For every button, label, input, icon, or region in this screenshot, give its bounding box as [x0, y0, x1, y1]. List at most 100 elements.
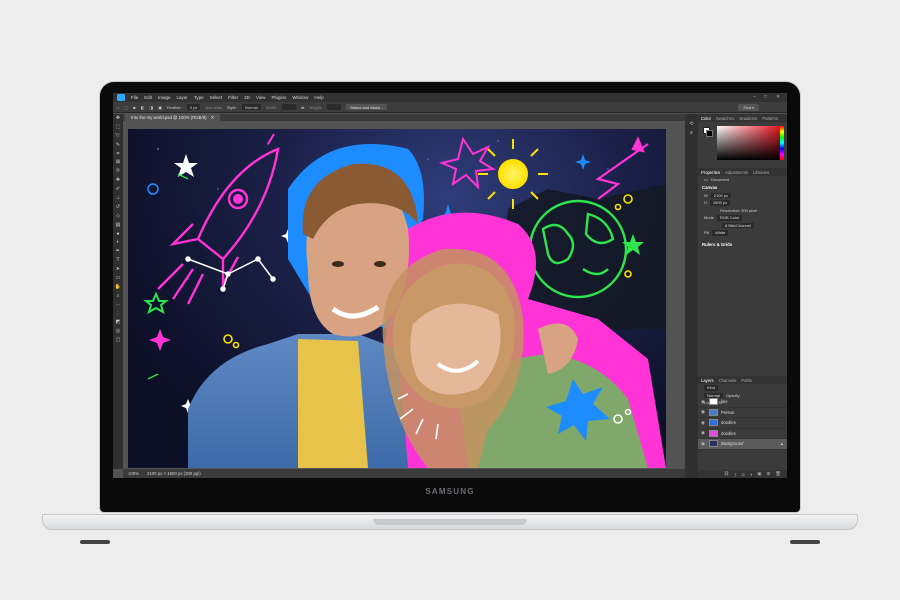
- blur-tool-icon[interactable]: ●: [113, 230, 123, 239]
- quick-select-tool-icon[interactable]: ✎: [113, 141, 123, 150]
- menu-window[interactable]: Window: [292, 95, 308, 100]
- healing-brush-tool-icon[interactable]: ✚: [113, 176, 123, 185]
- mode-select[interactable]: RGB Color: [717, 215, 743, 221]
- eye-icon[interactable]: ◉: [701, 399, 706, 405]
- zoom-level[interactable]: 100%: [128, 471, 139, 476]
- share-button[interactable]: Share: [738, 104, 759, 111]
- rulers-grids-heading[interactable]: Rulers & Grids: [698, 241, 787, 249]
- rectangle-tool-icon[interactable]: ▭: [113, 274, 123, 283]
- pen-tool-icon[interactable]: ✒: [113, 247, 123, 256]
- quick-mask-icon[interactable]: ◎: [113, 327, 123, 336]
- trash-icon[interactable]: 🗑︎: [775, 471, 781, 477]
- menu-type[interactable]: Type: [194, 95, 204, 100]
- tab-color[interactable]: Color: [701, 116, 711, 121]
- layer-item-background[interactable]: ◉ Background 🔒︎: [698, 439, 787, 450]
- tab-libraries[interactable]: Libraries: [753, 170, 769, 175]
- link-layers-icon[interactable]: ⛓: [724, 471, 730, 477]
- new-group-icon[interactable]: ▣: [757, 471, 761, 477]
- add-mask-icon[interactable]: ◘: [742, 472, 745, 477]
- eyedropper-tool-icon[interactable]: ⚲: [113, 167, 123, 176]
- marquee-tool-icon[interactable]: ⬚: [113, 123, 123, 132]
- layer-item[interactable]: ◉ Person: [698, 408, 787, 418]
- tab-swatches[interactable]: Swatches: [716, 116, 734, 121]
- more-tools-icon[interactable]: ⋯: [113, 301, 123, 310]
- menu-filter[interactable]: Filter: [228, 95, 238, 100]
- menu-view[interactable]: View: [256, 95, 266, 100]
- height-input[interactable]: [327, 104, 342, 110]
- crop-tool-icon[interactable]: ⌗: [113, 150, 123, 159]
- menu-plugins[interactable]: Plugins: [272, 95, 287, 100]
- history-icon[interactable]: ⟲: [685, 120, 698, 129]
- path-select-tool-icon[interactable]: ➤: [113, 265, 123, 274]
- tab-layers[interactable]: Layers: [701, 378, 714, 383]
- brush-tool-icon[interactable]: ✐: [113, 185, 123, 194]
- type-tool-icon[interactable]: T: [113, 256, 123, 265]
- layer-item[interactable]: ◉ doodles: [698, 418, 787, 429]
- frame-tool-icon[interactable]: ⊠: [113, 158, 123, 167]
- close-icon[interactable]: ✕: [776, 94, 780, 100]
- fx-icon[interactable]: ƒ: [734, 472, 737, 477]
- home-icon[interactable]: ⌂: [117, 105, 119, 110]
- layer-item[interactable]: ◉ doodles: [698, 429, 787, 439]
- close-tab-icon[interactable]: ✕: [211, 115, 215, 121]
- move-tool-icon[interactable]: ✥: [113, 114, 123, 123]
- feather-input[interactable]: 0 px: [186, 104, 201, 110]
- tab-properties[interactable]: Properties: [701, 170, 720, 175]
- adjustment-layer-icon[interactable]: ◑: [750, 472, 753, 477]
- width-field[interactable]: 2100 px: [710, 192, 732, 198]
- layer-kind-filter[interactable]: Kind: [704, 385, 719, 391]
- height-field[interactable]: 1500 px: [709, 200, 731, 206]
- lock-icon[interactable]: 🔒︎: [781, 441, 783, 446]
- document-info[interactable]: 2100 px × 1500 px (300 ppi): [147, 471, 201, 476]
- zoom-tool-icon[interactable]: ⌕: [113, 292, 123, 301]
- edit-toolbar-icon[interactable]: ⋮: [113, 310, 123, 319]
- antialias-checkbox[interactable]: Anti-alias: [205, 105, 221, 110]
- color-picker-field[interactable]: [717, 126, 781, 160]
- gradient-tool-icon[interactable]: ▤: [113, 221, 123, 230]
- style-select[interactable]: Normal: [241, 104, 261, 110]
- eye-icon[interactable]: ◉: [701, 441, 706, 447]
- tab-gradients[interactable]: Gradients: [739, 116, 757, 121]
- tab-adjustments[interactable]: Adjustments: [725, 170, 748, 175]
- lasso-tool-icon[interactable]: ➰: [113, 132, 123, 141]
- foreground-background-icon[interactable]: ◩: [113, 318, 123, 327]
- eraser-tool-icon[interactable]: ◇: [113, 212, 123, 221]
- document-tab[interactable]: Into the my world.psd @ 100% (RGB/8) ✕: [125, 114, 221, 121]
- marquee-tool-icon[interactable]: ⬚: [124, 105, 128, 110]
- new-layer-icon[interactable]: ⊞: [767, 471, 771, 477]
- menu-select[interactable]: Select: [210, 95, 223, 100]
- eye-icon[interactable]: ◉: [701, 420, 706, 426]
- clone-stamp-tool-icon[interactable]: ⊥: [113, 194, 123, 203]
- brush-settings-icon[interactable]: ≡: [685, 129, 698, 138]
- fill-select[interactable]: White: [712, 230, 729, 236]
- depth-select[interactable]: 8 Bits/Channel: [722, 222, 755, 228]
- maximize-icon[interactable]: □: [764, 94, 767, 100]
- tab-patterns[interactable]: Patterns: [762, 116, 778, 121]
- canvas-section-heading[interactable]: Canvas: [698, 184, 787, 192]
- menu-3d[interactable]: 3D: [244, 95, 250, 100]
- dodge-tool-icon[interactable]: ◐: [113, 238, 123, 247]
- width-input[interactable]: [282, 104, 297, 110]
- layer-item[interactable]: ◉ line: [698, 397, 787, 408]
- hue-slider[interactable]: [780, 126, 784, 160]
- background-color-swatch[interactable]: [706, 130, 713, 137]
- document-canvas[interactable]: [128, 129, 666, 468]
- select-and-mask-button[interactable]: Select and Mask...: [346, 104, 388, 110]
- add-selection-icon[interactable]: ◧: [141, 105, 145, 110]
- eye-icon[interactable]: ◉: [701, 430, 706, 436]
- subtract-selection-icon[interactable]: ◨: [149, 105, 153, 110]
- menu-image[interactable]: Image: [158, 95, 171, 100]
- tab-paths[interactable]: Paths: [741, 378, 752, 383]
- screen-mode-icon[interactable]: ▢: [113, 336, 123, 345]
- menu-layer[interactable]: Layer: [177, 95, 188, 100]
- hand-tool-icon[interactable]: ✋: [113, 283, 123, 292]
- menu-help[interactable]: Help: [314, 95, 323, 100]
- menu-edit[interactable]: Edit: [144, 95, 152, 100]
- tab-channels[interactable]: Channels: [719, 378, 737, 383]
- history-brush-tool-icon[interactable]: ↺: [113, 203, 123, 212]
- menu-file[interactable]: File: [131, 95, 138, 100]
- new-selection-icon[interactable]: ■: [133, 105, 135, 110]
- swap-icon[interactable]: ⇄: [301, 105, 304, 110]
- eye-icon[interactable]: ◉: [701, 409, 706, 415]
- intersect-selection-icon[interactable]: ▣: [158, 105, 162, 110]
